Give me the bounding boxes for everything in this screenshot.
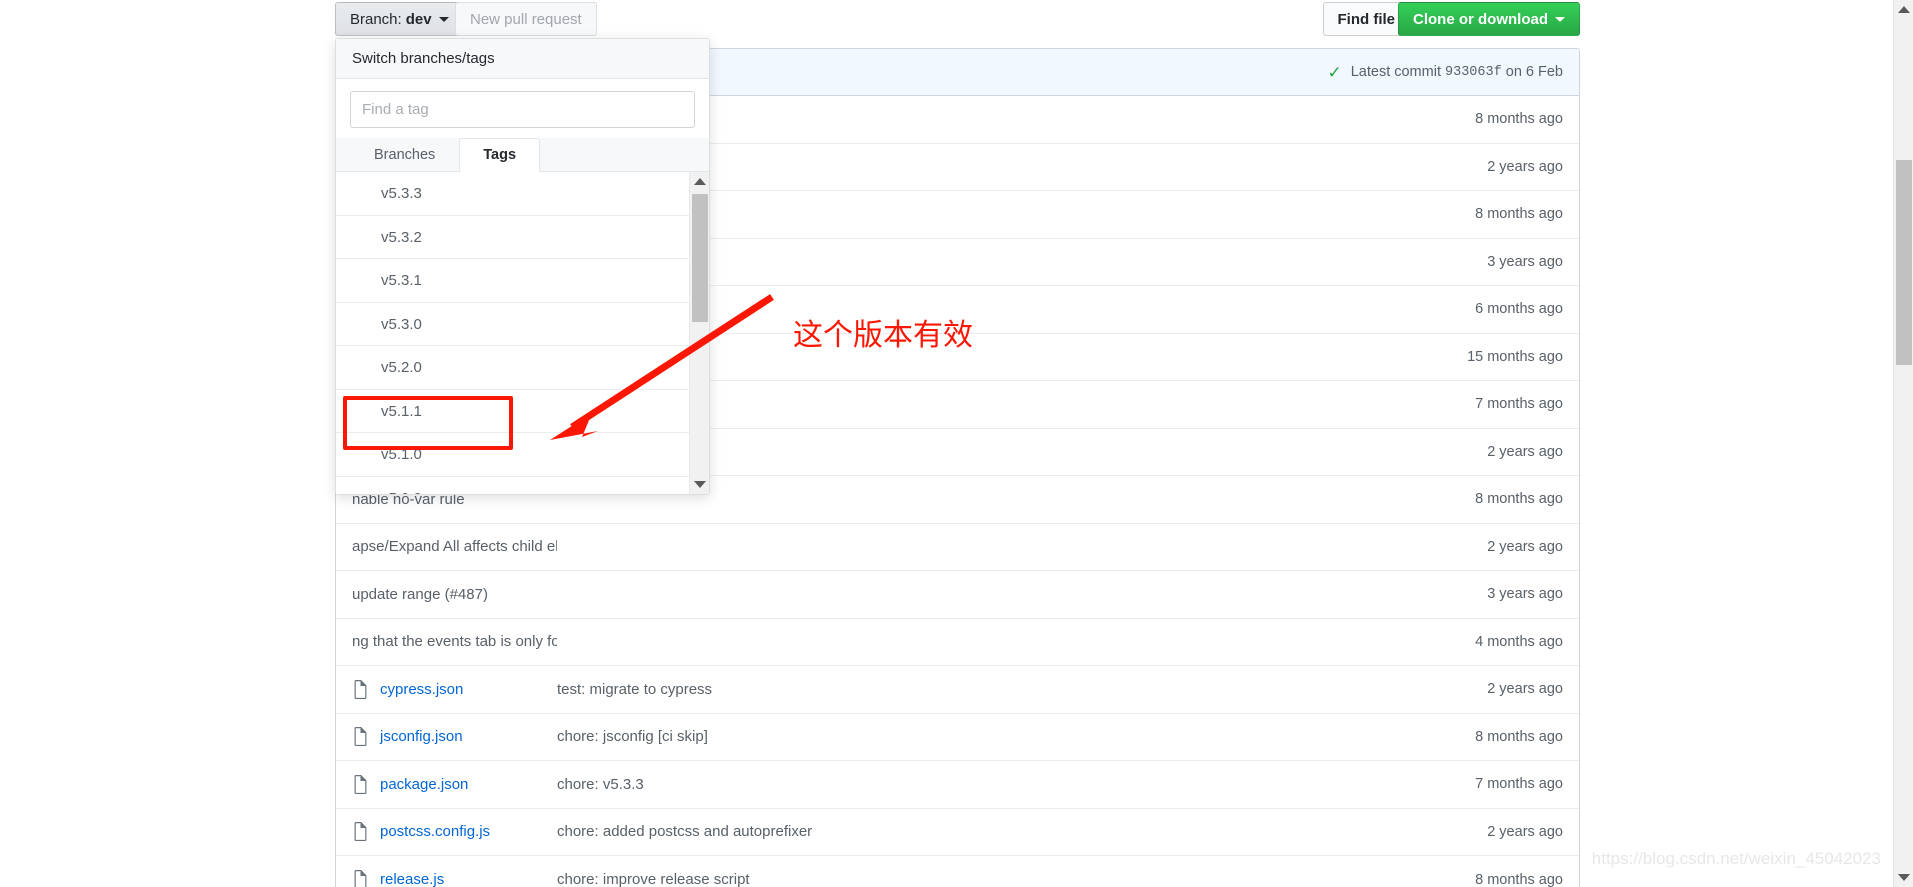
file-name-cell[interactable]: release.js xyxy=(352,870,557,887)
scroll-up-arrow-icon[interactable] xyxy=(694,178,706,185)
github-repo-page: Branch: dev New pull request Find file Cl… xyxy=(0,0,1913,887)
check-icon: ✓ xyxy=(1327,64,1341,81)
tab-branches[interactable]: Branches xyxy=(350,138,459,172)
file-icon xyxy=(352,727,369,746)
file-name-label: update range (#487) xyxy=(352,586,488,603)
commit-time-cell: 4 months ago xyxy=(1475,634,1563,650)
latest-commit-label: Latest commit xyxy=(1351,64,1441,80)
table-row[interactable]: cypress.json test: migrate to cypress2 ye… xyxy=(336,666,1579,714)
chevron-down-icon xyxy=(439,17,449,22)
commit-time-cell: 2 years ago xyxy=(1487,444,1563,460)
file-name-label: apse/Expand All affects child elements (… xyxy=(352,538,557,555)
tag-items-container: v5.3.3v5.3.2v5.3.1v5.3.0v5.2.0v5.1.1v5.1… xyxy=(336,172,709,494)
tag-list-item[interactable]: v5.3.0 xyxy=(336,303,709,347)
file-name-cell[interactable]: package.json xyxy=(352,775,557,794)
commit-message-cell[interactable]: chore: jsconfig [ci skip] xyxy=(557,728,1475,745)
dropdown-tabs: Branches Tags xyxy=(336,138,709,172)
clone-or-download-label: Clone or download xyxy=(1413,12,1548,27)
page-left-gutter xyxy=(0,0,335,887)
file-name-label: package.json xyxy=(380,776,468,793)
file-icon xyxy=(352,775,369,794)
scroll-down-arrow-icon[interactable] xyxy=(1898,874,1910,881)
table-row[interactable]: apse/Expand All affects child elements (… xyxy=(336,524,1579,572)
table-row[interactable]: release.js chore: improve release script8… xyxy=(336,856,1579,887)
scrollbar-thumb[interactable] xyxy=(692,194,708,322)
commit-time-cell: 2 years ago xyxy=(1487,539,1563,555)
branch-selector-button[interactable]: Branch: dev xyxy=(335,2,464,36)
table-row[interactable]: update range (#487) 3 years ago xyxy=(336,571,1579,619)
table-row[interactable]: package.json chore: v5.3.37 months ago xyxy=(336,761,1579,809)
latest-commit-info: ✓ Latest commit 933063f on 6 Feb xyxy=(1327,64,1563,81)
commit-date: on 6 Feb xyxy=(1506,64,1563,80)
commit-time-cell: 8 months ago xyxy=(1475,206,1563,222)
file-name-cell[interactable]: jsconfig.json xyxy=(352,727,557,746)
branch-name-label: dev xyxy=(406,12,432,27)
file-name-cell[interactable]: cypress.json xyxy=(352,680,557,699)
file-name-label: ng that the events tab is only for custo… xyxy=(352,633,557,650)
file-name-label: cypress.json xyxy=(380,681,463,698)
commit-time-cell: 8 months ago xyxy=(1475,111,1563,127)
file-name-cell[interactable]: update range (#487) xyxy=(352,586,557,603)
tag-filter-input[interactable] xyxy=(350,91,695,128)
tag-list-scrollbar[interactable] xyxy=(689,172,709,494)
tag-list-item[interactable]: v5.3.2 xyxy=(336,216,709,260)
commit-time-cell: 2 years ago xyxy=(1487,824,1563,840)
commit-message-cell[interactable]: chore: v5.3.3 xyxy=(557,776,1475,793)
find-file-button[interactable]: Find file xyxy=(1323,2,1411,36)
file-name-cell[interactable]: apse/Expand All affects child elements (… xyxy=(352,538,557,555)
commit-message-cell[interactable]: chore: added postcss and autoprefixer xyxy=(557,823,1487,840)
scroll-down-arrow-icon[interactable] xyxy=(694,481,706,488)
file-name-cell[interactable]: ng that the events tab is only for custo… xyxy=(352,633,557,650)
file-icon xyxy=(352,680,369,699)
scrollbar-thumb[interactable] xyxy=(1896,160,1912,365)
tag-list-item[interactable]: v5.1.0 xyxy=(336,433,709,477)
commit-time-cell: 3 years ago xyxy=(1487,586,1563,602)
tag-list: v5.3.3v5.3.2v5.3.1v5.3.0v5.2.0v5.1.1v5.1… xyxy=(336,172,709,494)
branch-tag-dropdown: Switch branches/tags Branches Tags v5.3.… xyxy=(335,38,710,495)
clone-or-download-button[interactable]: Clone or download xyxy=(1398,2,1580,36)
commit-time-cell: 7 months ago xyxy=(1475,396,1563,412)
commit-time-cell: 2 years ago xyxy=(1487,159,1563,175)
table-row[interactable]: postcss.config.js chore: added postcss an… xyxy=(336,809,1579,857)
commit-time-cell: 8 months ago xyxy=(1475,872,1563,887)
table-row[interactable]: jsconfig.json chore: jsconfig [ci skip]8 … xyxy=(336,714,1579,762)
table-row[interactable]: ng that the events tab is only for custo… xyxy=(336,619,1579,667)
annotation-text: 这个版本有效 xyxy=(793,310,973,354)
watermark-url: https://blog.csdn.net/weixin_45042023 xyxy=(1592,849,1881,869)
commit-sha-link[interactable]: 933063f xyxy=(1445,65,1502,80)
commit-time-cell: 3 years ago xyxy=(1487,254,1563,270)
commit-message-cell[interactable]: test: migrate to cypress xyxy=(557,681,1487,698)
dropdown-filter-wrap xyxy=(336,79,709,138)
commit-time-cell: 8 months ago xyxy=(1475,729,1563,745)
file-icon xyxy=(352,870,369,887)
commit-time-cell: 15 months ago xyxy=(1467,349,1563,365)
tag-list-item[interactable]: v5.3.1 xyxy=(336,259,709,303)
tag-list-item[interactable]: v5.3.3 xyxy=(336,172,709,216)
tab-tags[interactable]: Tags xyxy=(459,138,540,173)
file-name-label: jsconfig.json xyxy=(380,728,463,745)
file-icon xyxy=(352,822,369,841)
chevron-down-icon xyxy=(1555,17,1565,22)
commit-message-cell[interactable]: chore: improve release script xyxy=(557,871,1475,887)
tag-list-item[interactable]: v5.2.0 xyxy=(336,346,709,390)
file-name-cell[interactable]: postcss.config.js xyxy=(352,822,557,841)
scroll-up-arrow-icon[interactable] xyxy=(1898,6,1910,13)
new-pull-request-button[interactable]: New pull request xyxy=(455,2,597,36)
commit-time-cell: 6 months ago xyxy=(1475,301,1563,317)
tag-list-item[interactable]: v5.1.1 xyxy=(336,390,709,434)
branch-prefix-label: Branch: xyxy=(350,12,402,27)
commit-time-cell: 8 months ago xyxy=(1475,491,1563,507)
dropdown-header: Switch branches/tags xyxy=(336,39,709,79)
commit-time-cell: 2 years ago xyxy=(1487,681,1563,697)
tag-list-item[interactable]: v5.0.9 xyxy=(336,477,709,495)
repo-toolbar: Branch: dev New pull request Find file Cl… xyxy=(335,2,1580,38)
file-name-label: postcss.config.js xyxy=(380,823,490,840)
commit-time-cell: 7 months ago xyxy=(1475,776,1563,792)
window-scrollbar[interactable] xyxy=(1893,0,1913,887)
file-name-label: release.js xyxy=(380,871,444,887)
